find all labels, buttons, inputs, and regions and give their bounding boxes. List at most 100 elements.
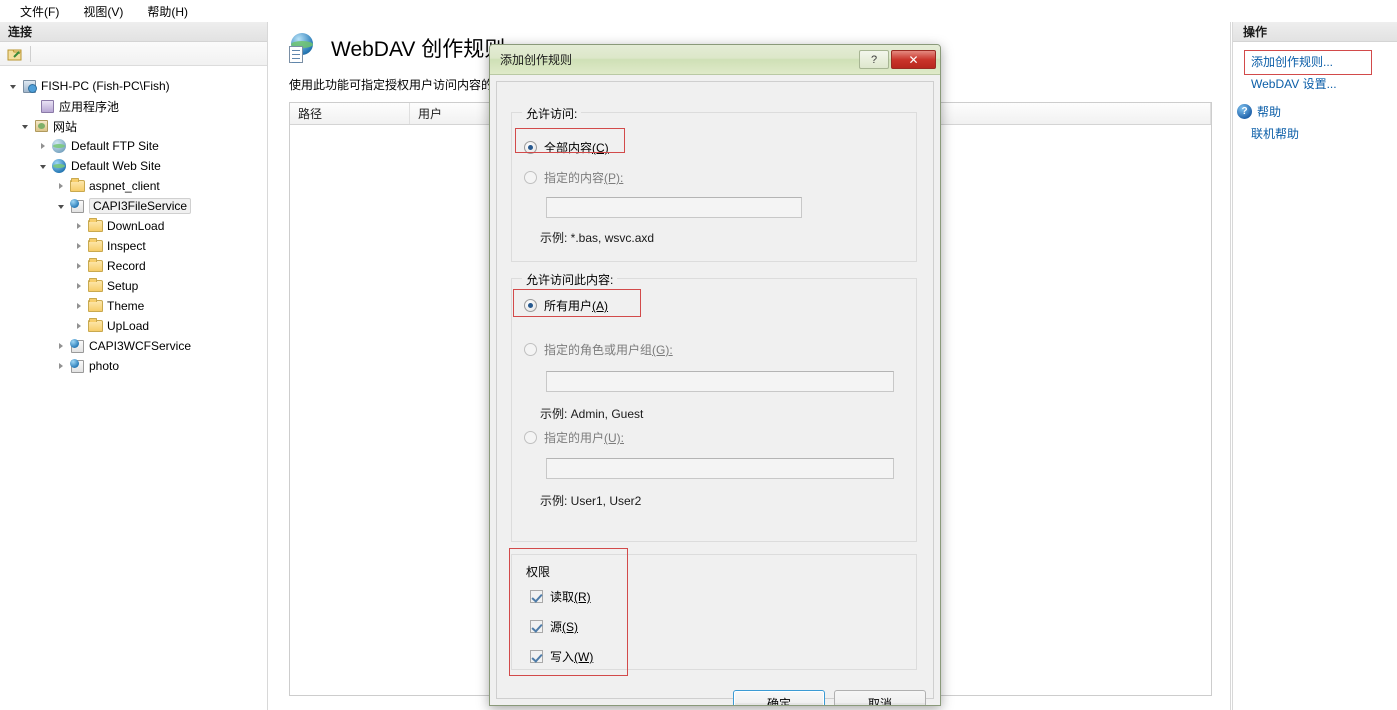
connections-toolbar: [0, 42, 267, 66]
folder-icon: [86, 318, 104, 334]
radio-all-content[interactable]: 全部内容(C): [524, 139, 609, 156]
permissions-group-title: 权限: [526, 565, 551, 579]
tree-item[interactable]: Default FTP Site: [0, 136, 267, 156]
radio-all-content-label: 全部内容(C): [544, 141, 609, 155]
tree-item[interactable]: Record: [0, 256, 267, 276]
folder-icon: [86, 218, 104, 234]
allow-users-groupbox: 允许访问此内容: 所有用户(A) 指定的角色或用户组(G): 示例: Admin…: [511, 271, 917, 542]
tree-item[interactable]: 应用程序池: [0, 96, 267, 116]
action-add-authoring-rule[interactable]: 添加创作规则...: [1233, 50, 1397, 72]
page-title: WebDAV 创作规则: [331, 38, 506, 61]
chevron-down-icon[interactable]: [6, 76, 20, 96]
globe-icon: [50, 158, 68, 174]
radio-specified-roles-label: 指定的角色或用户组(G):: [544, 343, 673, 357]
tree-item[interactable]: Inspect: [0, 236, 267, 256]
actions-panel: 操作 添加创作规则... WebDAV 设置... ? 帮助 联机帮助: [1232, 22, 1397, 710]
radio-specified-roles[interactable]: 指定的角色或用户组(G):: [524, 341, 673, 358]
action-webdav-settings-label: WebDAV 设置...: [1251, 76, 1337, 91]
chevron-down-icon[interactable]: [54, 196, 68, 216]
tree-item-label: CAPI3FileService: [89, 198, 192, 214]
checkbox-read-indicator: [530, 590, 543, 603]
tree-item[interactable]: Default Web Site: [0, 156, 267, 176]
vdir-icon: [68, 198, 86, 214]
specified-users-input[interactable]: [546, 458, 894, 479]
specified-content-input[interactable]: [546, 197, 802, 218]
sites-icon: [32, 118, 50, 134]
chevron-right-icon[interactable]: [54, 356, 68, 376]
radio-specified-users[interactable]: 指定的用户(U):: [524, 429, 624, 446]
server-icon: [20, 78, 38, 94]
menu-view[interactable]: 视图(V): [71, 0, 135, 23]
chevron-right-icon[interactable]: [54, 336, 68, 356]
action-help-label: 帮助: [1257, 104, 1282, 119]
connections-tree[interactable]: FISH-PC (Fish-PC\Fish) 应用程序池 网站 Default FTP…: [0, 66, 267, 376]
tree-item[interactable]: photo: [0, 356, 267, 376]
chevron-right-icon[interactable]: [54, 176, 68, 196]
tree-item-label: Record: [107, 259, 146, 273]
radio-all-users-indicator: [524, 299, 537, 312]
radio-specified-users-indicator: [524, 431, 537, 444]
checkbox-read-label: 读取(R): [550, 590, 591, 604]
checkbox-source[interactable]: 源(S): [530, 618, 578, 635]
connect-icon[interactable]: [5, 44, 25, 64]
users-hint: 示例: User1, User2: [540, 494, 642, 508]
chevron-down-icon[interactable]: [36, 156, 50, 176]
tree-item-label: Default Web Site: [71, 159, 161, 173]
menu-file[interactable]: 文件(F): [8, 0, 71, 23]
chevron-right-icon[interactable]: [72, 256, 86, 276]
tree-item[interactable]: Theme: [0, 296, 267, 316]
chevron-right-icon[interactable]: [72, 236, 86, 256]
tree-item-label: Theme: [107, 299, 145, 313]
allow-access-hint: 示例: *.bas, wsvc.axd: [540, 231, 655, 245]
checkbox-write-label: 写入(W): [550, 650, 594, 664]
ok-button[interactable]: 确定: [733, 690, 825, 705]
action-help[interactable]: ? 帮助: [1233, 100, 1397, 122]
dialog-help-button[interactable]: ?: [859, 50, 889, 69]
tree-item-label: aspnet_client: [89, 179, 160, 193]
actions-header: 操作: [1233, 22, 1397, 42]
grid-column-path[interactable]: 路径: [290, 103, 410, 124]
help-icon: ?: [1237, 103, 1252, 119]
chevron-right-icon[interactable]: [36, 136, 50, 156]
add-authoring-rule-dialog: 添加创作规则 ? ✕ 允许访问: 全部内容(C) 指定的内容(P): 示例: *…: [489, 44, 941, 706]
tree-item[interactable]: CAPI3FileService: [0, 196, 267, 216]
tree-item-label: DownLoad: [107, 219, 165, 233]
specified-roles-input[interactable]: [546, 371, 894, 392]
radio-all-content-indicator: [524, 141, 537, 154]
radio-specified-roles-indicator: [524, 343, 537, 356]
tree-item[interactable]: aspnet_client: [0, 176, 267, 196]
tree-item[interactable]: 网站: [0, 116, 267, 136]
tree-item[interactable]: DownLoad: [0, 216, 267, 236]
tree-item[interactable]: FISH-PC (Fish-PC\Fish): [0, 76, 267, 96]
chevron-right-icon[interactable]: [72, 316, 86, 336]
tree-item[interactable]: Setup: [0, 276, 267, 296]
menu-help[interactable]: 帮助(H): [135, 0, 200, 23]
radio-specified-content[interactable]: 指定的内容(P):: [524, 169, 623, 186]
folder-icon: [86, 278, 104, 294]
action-online-help[interactable]: 联机帮助: [1233, 122, 1397, 144]
tree-item[interactable]: UpLoad: [0, 316, 267, 336]
vdir-icon: [68, 338, 86, 354]
folder-icon: [86, 298, 104, 314]
dialog-close-button[interactable]: ✕: [891, 50, 936, 69]
radio-all-users[interactable]: 所有用户(A): [524, 297, 608, 314]
checkbox-write[interactable]: 写入(W): [530, 648, 593, 665]
roles-hint: 示例: Admin, Guest: [540, 407, 644, 421]
chevron-down-icon[interactable]: [18, 116, 32, 136]
cancel-button[interactable]: 取消: [834, 690, 926, 705]
dialog-title: 添加创作规则: [500, 53, 573, 67]
tree-item[interactable]: CAPI3WCFService: [0, 336, 267, 356]
webdav-authoring-rules-icon: [289, 33, 319, 63]
radio-specified-content-label: 指定的内容(P):: [544, 171, 624, 185]
chevron-right-icon[interactable]: [72, 276, 86, 296]
checkbox-read[interactable]: 读取(R): [530, 588, 591, 605]
chevron-right-icon[interactable]: [72, 216, 86, 236]
radio-all-users-label: 所有用户(A): [544, 299, 609, 313]
action-webdav-settings[interactable]: WebDAV 设置...: [1233, 72, 1397, 94]
chevron-right-icon[interactable]: [72, 296, 86, 316]
radio-specified-users-label: 指定的用户(U):: [544, 431, 625, 445]
connections-panel: 连接 FISH-PC (Fish-PC\Fish) 应用程序池 网站 Default …: [0, 22, 268, 710]
tree-item-label: CAPI3WCFService: [89, 339, 192, 353]
dialog-titlebar[interactable]: 添加创作规则 ? ✕: [490, 45, 940, 75]
